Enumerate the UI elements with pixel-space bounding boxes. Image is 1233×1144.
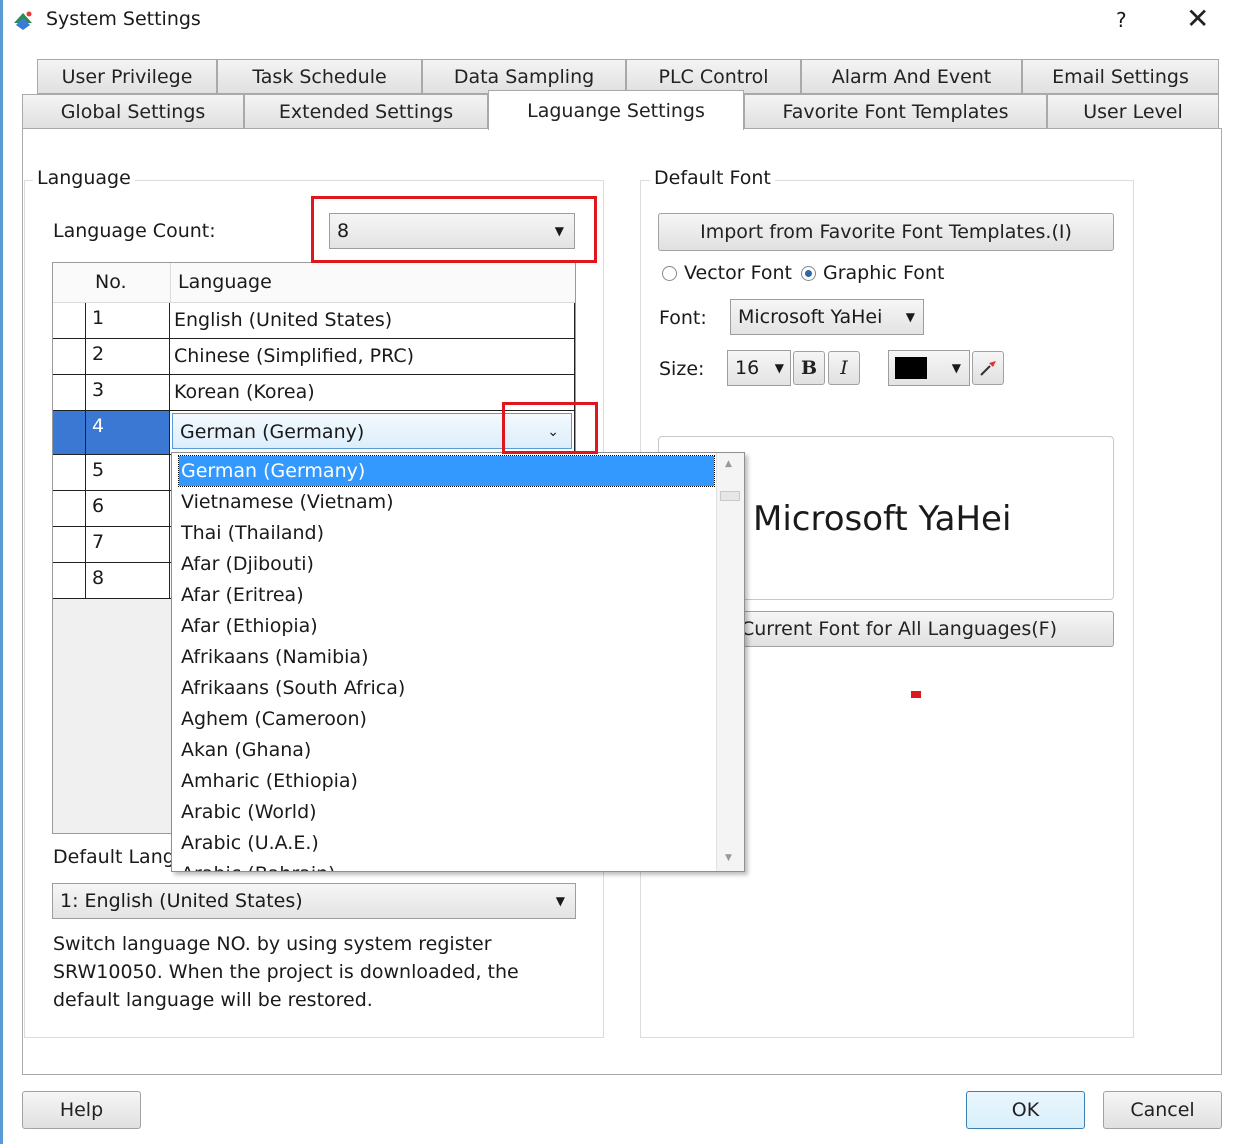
table-row[interactable]: 2 Chinese (Simplified, PRC) [53,339,575,375]
tab-extended-settings[interactable]: Extended Settings [244,94,488,129]
app-icon [12,10,34,32]
vector-font-label[interactable]: Vector Font [684,262,792,284]
size-label: Size: [659,358,705,380]
row-selector[interactable] [53,563,86,599]
tab-data-sampling[interactable]: Data Sampling [422,59,626,94]
dropdown-option[interactable]: Arabic (World) [179,797,714,827]
language-count-label: Language Count: [53,220,216,242]
eyedropper-icon [980,361,996,376]
dropdown-option[interactable]: Afrikaans (Namibia) [179,642,714,672]
font-label: Font: [659,307,707,329]
tab-global-settings[interactable]: Global Settings [22,94,244,129]
window-title: System Settings [46,8,201,30]
row-language[interactable]: Chinese (Simplified, PRC) [170,339,575,375]
dropdown-option[interactable]: Arabic (U.A.E.) [179,828,714,858]
row-no: 2 [86,339,170,375]
header-language: Language [178,271,272,293]
chevron-down-icon: ▼ [905,310,915,324]
language-combo-value: German (Germany) [180,421,365,443]
table-row[interactable]: 3 Korean (Korea) [53,375,575,411]
size-combo-value: 16 [735,357,760,379]
scroll-down-icon[interactable]: ▼ [725,853,732,863]
dropdown-option[interactable]: Afar (Ethiopia) [179,611,714,641]
dropdown-option[interactable]: Afar (Djibouti) [179,549,714,579]
dropdown-option[interactable]: Afar (Eritrea) [179,580,714,610]
cancel-button[interactable]: Cancel [1103,1091,1222,1129]
language-dropdown-list[interactable]: German (Germany) Vietnamese (Vietnam) Th… [171,452,745,872]
default-font-group-title: Default Font [650,167,775,189]
color-picker-button[interactable] [972,351,1004,385]
row-no: 5 [86,455,170,491]
language-switch-note: Switch language NO. by using system regi… [53,933,519,1011]
chevron-down-icon: ▼ [555,894,565,908]
dropdown-option[interactable]: Arabic (Bahrain) [179,859,714,871]
tab-task-schedule[interactable]: Task Schedule [217,59,422,94]
row-language[interactable]: English (United States) [170,303,575,339]
font-preview-text: Microsoft YaHei [753,499,1012,539]
scroll-up-icon[interactable]: ▲ [725,459,732,469]
vector-font-radio[interactable] [662,266,677,281]
row-selector[interactable] [53,339,86,375]
font-combo-value: Microsoft YaHei [738,306,883,328]
table-row-selected[interactable]: 4 German (Germany) ⌄ [53,411,575,455]
row-no: 6 [86,491,170,527]
graphic-font-radio[interactable] [801,266,816,281]
dropdown-option[interactable]: Akan (Ghana) [179,735,714,765]
tab-favorite-font-templates[interactable]: Favorite Font Templates [744,94,1047,129]
highlight-language-count [311,196,597,263]
row-selector[interactable] [53,375,86,411]
header-divider [170,263,171,302]
red-marker [911,691,921,698]
tab-language-settings[interactable]: Laguange Settings [488,90,744,130]
import-font-templates-button[interactable]: Import from Favorite Font Templates.(I) [658,213,1114,251]
table-header: No. Language [53,263,575,303]
italic-button[interactable]: I [828,351,860,385]
table-row[interactable]: 1 English (United States) [53,303,575,339]
dropdown-option[interactable]: Thai (Thailand) [179,518,714,548]
font-color-swatch [895,357,927,379]
default-language-value: 1: English (United States) [60,890,303,912]
row-selector[interactable] [53,411,86,455]
chevron-down-icon: ▼ [774,361,784,375]
dropdown-option[interactable]: Amharic (Ethiopia) [179,766,714,796]
row-no: 3 [86,375,170,411]
language-group-title: Language [33,167,135,189]
graphic-font-label[interactable]: Graphic Font [823,262,944,284]
highlight-language-combo-arrow [502,402,598,454]
chevron-down-icon: ▼ [951,361,961,375]
dropdown-option[interactable]: German (Germany) [178,455,715,487]
dropdown-scrollbar[interactable]: ▲ ▼ [716,453,744,871]
dropdown-option[interactable]: Afrikaans (South Africa) [179,673,714,703]
default-language-label: Default Lang [53,846,175,868]
row-selector[interactable] [53,491,86,527]
help-button[interactable]: Help [22,1091,141,1129]
help-icon[interactable]: ? [1116,8,1127,32]
tab-email-settings[interactable]: Email Settings [1022,59,1219,94]
row-selector[interactable] [53,455,86,491]
tab-user-level[interactable]: User Level [1047,94,1219,129]
tab-user-privilege[interactable]: User Privilege [37,59,217,94]
header-corner [53,263,86,302]
window-edge [0,0,3,1144]
font-combo[interactable]: Microsoft YaHei ▼ [730,299,924,335]
tab-alarm-and-event[interactable]: Alarm And Event [801,59,1022,94]
row-no: 8 [86,563,170,599]
tab-plc-control[interactable]: PLC Control [626,59,801,94]
row-no: 7 [86,527,170,563]
dropdown-option[interactable]: Vietnamese (Vietnam) [179,487,714,517]
scroll-thumb[interactable] [720,491,740,501]
row-no: 4 [86,411,170,455]
close-icon[interactable]: ✕ [1186,2,1209,35]
row-no: 1 [86,303,170,339]
header-no: No. [95,271,127,293]
font-color-combo[interactable]: ▼ [888,350,970,386]
row-selector[interactable] [53,303,86,339]
row-selector[interactable] [53,527,86,563]
default-language-combo[interactable]: 1: English (United States) ▼ [52,883,576,919]
ok-button[interactable]: OK [966,1091,1085,1129]
dropdown-option[interactable]: Aghem (Cameroon) [179,704,714,734]
bold-button[interactable]: B [793,351,825,385]
size-combo[interactable]: 16 ▼ [727,350,791,386]
